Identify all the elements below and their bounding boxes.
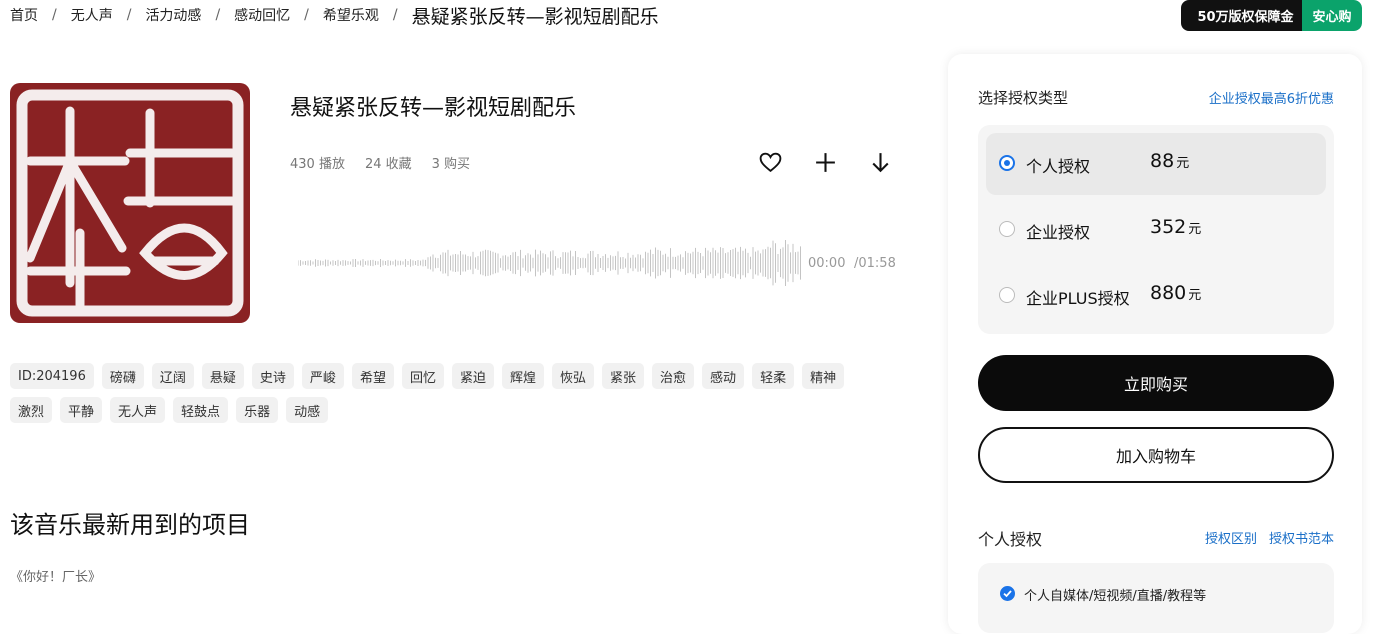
price-value: 880 [1150, 282, 1187, 304]
guarantee-label: 50万版权保障金 [1181, 0, 1308, 31]
breadcrumb-separator: / [126, 7, 132, 23]
cover-art [10, 83, 250, 323]
tag[interactable]: 精神 [802, 363, 845, 389]
plus-icon[interactable] [813, 150, 838, 175]
track-actions [758, 150, 893, 175]
price-unit: 元 [1188, 288, 1202, 303]
license-name: 个人授权 [1026, 157, 1091, 176]
license-heading: 选择授权类型 [978, 89, 1069, 107]
breadcrumb-separator: / [392, 7, 398, 23]
license-options: 个人授权 88 元 企业授权 352 元 企业PLUS授权 880 元 [978, 125, 1334, 334]
enterprise-discount-link[interactable]: 企业授权最高6折优惠 [1209, 88, 1334, 107]
tag[interactable]: 紧迫 [451, 363, 494, 389]
tag[interactable]: 动感 [286, 397, 329, 423]
license-option-personal[interactable]: 个人授权 88 元 [986, 133, 1326, 195]
breadcrumb-hopeful[interactable]: 希望乐观 [323, 5, 379, 25]
play-count: 430 播放 [290, 157, 345, 172]
price-value: 88 [1150, 150, 1175, 172]
guarantee-badge[interactable]: 50万版权保障金 安心购 [1181, 0, 1362, 31]
project-item[interactable]: 《你好！厂长》 [10, 566, 101, 585]
license-usage-box: 个人自媒体/短视频/直播/教程等 [978, 563, 1334, 633]
seal-stamp-icon [16, 89, 244, 317]
radio-selected-icon[interactable] [999, 155, 1015, 171]
breadcrumb-current: 悬疑紧张反转—影视短剧配乐 [411, 5, 659, 28]
tag[interactable]: 严峻 [301, 363, 344, 389]
purchase-count: 3 购买 [431, 157, 471, 172]
license-price: 352 元 [1150, 216, 1201, 238]
license-links: 授权区别 授权书范本 [1205, 528, 1334, 547]
heart-icon[interactable] [758, 150, 783, 175]
tag[interactable]: 史诗 [251, 363, 294, 389]
tag[interactable]: 治愈 [652, 363, 695, 389]
breadcrumb-touching[interactable]: 感动回忆 [234, 5, 290, 25]
license-panel: 选择授权类型 企业授权最高6折优惠 个人授权 88 元 企业授权 352 元 企业P… [948, 54, 1362, 634]
track-stats: 430 播放 24 收藏 3 购买 [290, 153, 470, 172]
tag-list: ID:204196 磅礴 辽阔 悬疑 史诗 严峻 希望 回忆 紧迫 辉煌 恢弘 … [10, 363, 890, 423]
buy-now-button[interactable]: 立即购买 [978, 355, 1334, 411]
download-arrow-icon[interactable] [868, 150, 893, 175]
breadcrumb-no-vocals[interactable]: 无人声 [71, 5, 113, 25]
license-option-enterprise[interactable]: 企业授权 352 元 [986, 199, 1326, 261]
check-circle-icon [1000, 586, 1015, 601]
tag[interactable]: 无人声 [110, 397, 166, 423]
add-to-cart-button[interactable]: 加入购物车 [978, 427, 1334, 483]
audio-waveform[interactable] [298, 240, 804, 286]
tag-id: ID:204196 [10, 363, 94, 389]
tag[interactable]: 激烈 [10, 397, 53, 423]
tag[interactable]: 轻柔 [752, 363, 795, 389]
license-price: 880 元 [1150, 282, 1201, 304]
tag[interactable]: 辉煌 [501, 363, 544, 389]
license-name: 企业授权 [1026, 223, 1091, 242]
tag[interactable]: 悬疑 [201, 363, 244, 389]
price-unit: 元 [1188, 222, 1202, 237]
price-unit: 元 [1176, 156, 1190, 171]
time-total: /01:58 [854, 256, 896, 271]
breadcrumb-separator: / [304, 7, 309, 23]
radio-icon[interactable] [999, 287, 1015, 303]
license-name: 企业PLUS授权 [1026, 289, 1130, 308]
tag[interactable]: 辽阔 [151, 363, 194, 389]
track-title: 悬疑紧张反转—影视短剧配乐 [290, 96, 577, 121]
breadcrumb-home[interactable]: 首页 [10, 5, 38, 25]
tag[interactable]: 平静 [60, 397, 103, 423]
breadcrumb-separator: / [215, 7, 221, 23]
tag[interactable]: 磅礴 [101, 363, 144, 389]
breadcrumb-energetic[interactable]: 活力动感 [145, 5, 201, 25]
projects-heading: 该音乐最新用到的项目 [10, 511, 250, 539]
license-sample-link[interactable]: 授权书范本 [1269, 528, 1334, 547]
radio-icon[interactable] [999, 221, 1015, 237]
tag[interactable]: 乐器 [236, 397, 279, 423]
tag[interactable]: 感动 [702, 363, 745, 389]
tag[interactable]: 回忆 [401, 363, 444, 389]
license-option-enterprise-plus[interactable]: 企业PLUS授权 880 元 [986, 265, 1326, 327]
tag[interactable]: 紧张 [602, 363, 645, 389]
license-usage-text: 个人自媒体/短视频/直播/教程等 [1024, 589, 1207, 604]
tag[interactable]: 希望 [351, 363, 394, 389]
breadcrumb-separator: / [52, 7, 57, 23]
license-diff-link[interactable]: 授权区别 [1205, 528, 1257, 547]
tag[interactable]: 恢弘 [552, 363, 595, 389]
tag[interactable]: 轻鼓点 [173, 397, 229, 423]
breadcrumb: 首页 / 无人声 / 活力动感 / 感动回忆 / 希望乐观 / 悬疑紧张反转—影… [10, 0, 659, 30]
personal-license-title: 个人授权 [978, 530, 1043, 549]
time-current: 00:00 [808, 256, 846, 271]
price-value: 352 [1150, 216, 1187, 238]
license-price: 88 元 [1150, 150, 1189, 172]
safe-buy-label: 安心购 [1302, 0, 1362, 31]
favorite-count: 24 收藏 [364, 157, 412, 172]
